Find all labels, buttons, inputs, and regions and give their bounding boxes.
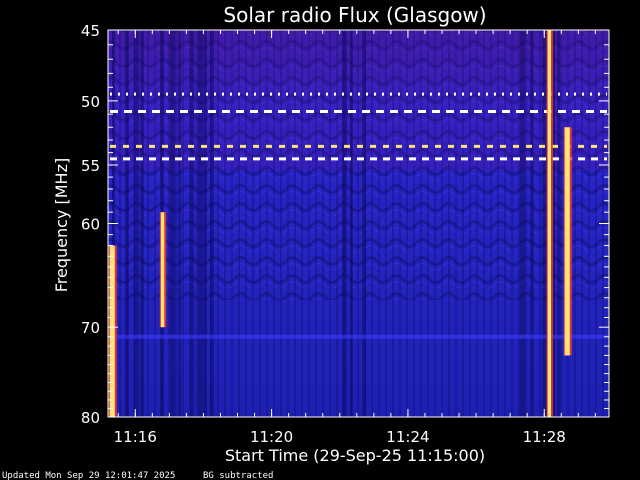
x-tick-label: 11:28 [523,428,566,446]
dark-column [350,30,353,417]
dark-column [170,30,175,417]
dark-column [204,30,207,417]
dark-column [362,30,366,417]
burst [564,127,570,356]
dark-column [342,30,347,417]
dark-column [125,30,129,417]
dark-column [198,30,203,417]
dark-column [520,30,525,417]
dark-column [141,30,144,417]
dark-column [530,30,533,417]
x-tick-label: 11:20 [250,428,293,446]
y-tick-label: 70 [81,319,100,337]
dark-column [542,30,546,417]
footer-bg-note: BG subtracted [203,471,273,480]
burst [547,30,552,417]
y-tick-label: 60 [81,216,100,234]
y-tick-label: 55 [81,157,100,175]
spectrogram-figure: 11:16 11:20 11:24 11:28 45 50 55 60 70 80 Solar … [2,3,610,480]
plot-area [108,30,609,417]
chart-title: Solar radio Flux (Glasgow) [223,3,486,27]
footer-updated: Updated Mon Sep 29 12:01:47 2025 [2,471,175,480]
y-tick-label: 50 [81,93,100,111]
dark-column [557,30,560,417]
y-axis-label: Frequency [MHz] [52,158,71,292]
x-tick-label: 11:24 [386,428,429,446]
upper-band-tint [108,30,609,170]
dark-column [210,30,214,417]
x-tick-label: 11:16 [114,428,157,446]
y-tick-label: 80 [81,409,100,427]
dark-column [134,30,139,417]
x-axis-label: Start Time (29-Sep-25 11:15:00) [225,446,485,465]
horizontal-band [108,334,609,339]
burst [160,212,165,328]
band-71mhz [108,334,609,339]
dark-column [190,30,194,417]
y-tick-label: 45 [81,22,100,40]
dark-column [178,30,181,417]
